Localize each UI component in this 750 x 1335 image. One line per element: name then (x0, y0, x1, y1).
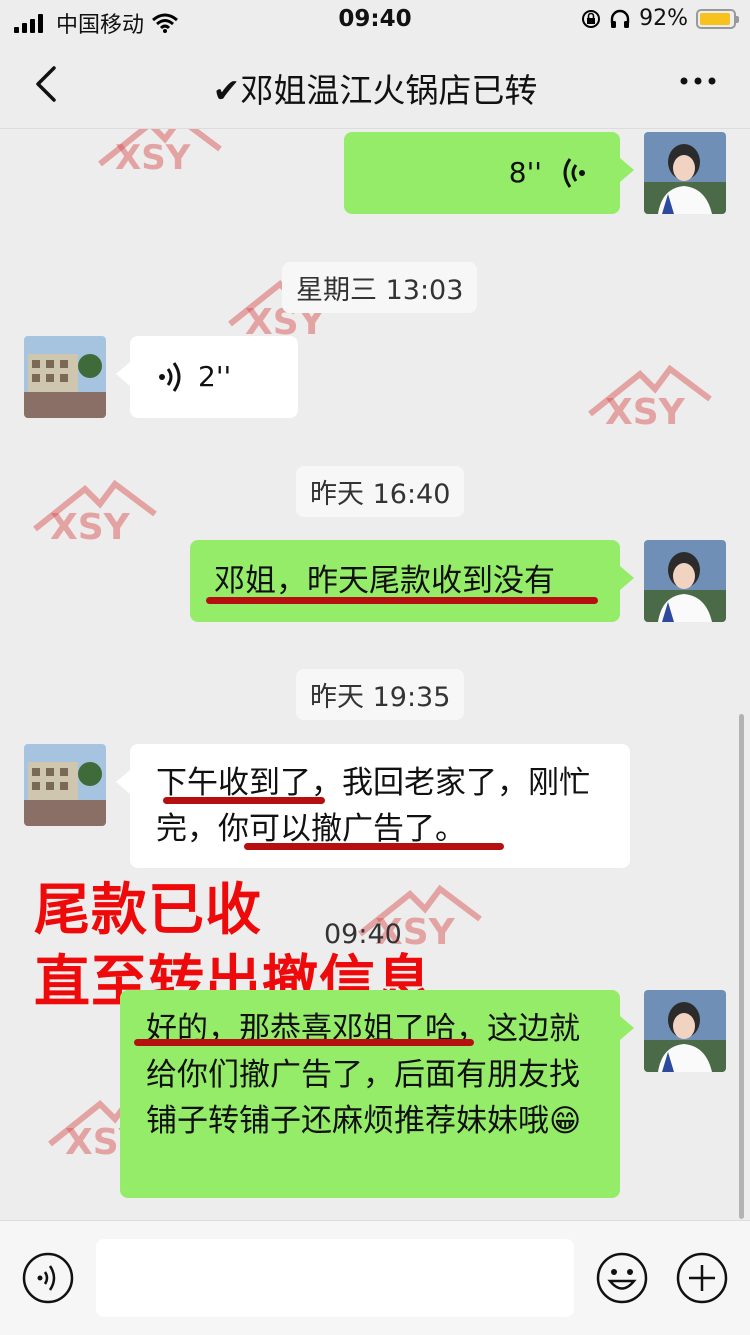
message-text: 好的，那恭喜邓姐了哈，这边就给你们撤广告了，后面有朋友找铺子转铺子还麻烦推荐妹妹… (146, 1011, 582, 1139)
watermark-logo: XSY (588, 364, 712, 433)
watermark-logo: XSY (98, 129, 222, 178)
chat-header: ✔邓姐温江火锅店已转 (0, 40, 750, 129)
red-underline (206, 597, 598, 604)
contact-avatar[interactable] (24, 744, 106, 826)
voice-message-in[interactable]: 2'' (116, 336, 298, 418)
battery-icon (696, 8, 739, 29)
red-underline (163, 797, 325, 804)
voice-message-out[interactable]: 8'' (344, 132, 634, 214)
voice-duration: 2'' (198, 360, 232, 393)
emoji-icon[interactable] (596, 1252, 648, 1304)
contact-avatar[interactable] (24, 336, 106, 418)
voice-duration: 8'' (508, 156, 542, 189)
more-icon[interactable] (676, 66, 720, 96)
text-message-out[interactable]: 邓姐，昨天尾款收到没有 (190, 540, 634, 622)
svg-text:XSY: XSY (605, 392, 686, 433)
svg-text:XSY: XSY (115, 138, 191, 178)
red-underline (244, 843, 504, 850)
message-input[interactable] (96, 1239, 574, 1317)
svg-text:XSY: XSY (50, 507, 131, 548)
headphones-icon (610, 9, 630, 28)
overlay-caption-1: 尾款已收 (34, 878, 262, 943)
text-message-out[interactable]: 好的，那恭喜邓姐了哈，这边就给你们撤广告了，后面有朋友找铺子转铺子还麻烦推荐妹妹… (120, 990, 634, 1198)
voice-icon[interactable] (22, 1252, 74, 1304)
my-avatar[interactable] (644, 990, 726, 1072)
watermark-logo: XSY (33, 479, 157, 548)
message-text: 下午收到了，我回老家了，刚忙完，你可以撤广告了。 (156, 765, 590, 847)
voice-wave-icon (563, 158, 585, 188)
status-bar: 中国移动 09:40 92% (0, 0, 750, 40)
my-avatar[interactable] (644, 132, 726, 214)
message-text: 邓姐，昨天尾款收到没有 (214, 563, 555, 599)
chat-area[interactable]: XSY XSY XSY XSY XSY XSY 8'' 星期三 13:03 2'… (0, 129, 750, 1220)
chat-title: ✔邓姐温江火锅店已转 (212, 71, 538, 110)
timestamp: 昨天 16:40 (296, 466, 465, 517)
timestamp: 昨天 19:35 (296, 669, 465, 720)
red-underline (134, 1039, 474, 1046)
scrollbar[interactable] (739, 714, 744, 1219)
my-avatar[interactable] (644, 540, 726, 622)
battery-percent: 92% (639, 6, 688, 31)
timestamp: 星期三 13:03 (282, 262, 478, 313)
voice-wave-icon (159, 362, 181, 392)
rotation-lock-icon (582, 9, 601, 28)
input-bar (0, 1220, 750, 1335)
plus-icon[interactable] (676, 1252, 728, 1304)
